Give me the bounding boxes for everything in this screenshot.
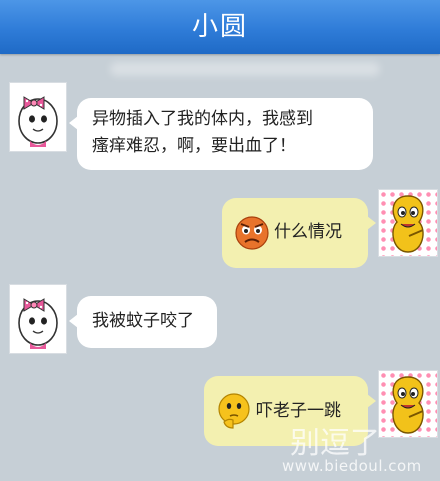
peanut-avatar[interactable]: [378, 370, 438, 438]
angry-face-emoji: [235, 216, 269, 250]
message-text-line: 异物插入了我的体内，我感到: [92, 109, 313, 129]
bubble-tail: [367, 216, 376, 230]
message-text-line: 瘙痒难忍，啊，要出血了！: [92, 136, 296, 156]
message-bubble[interactable]: 我被蚊子咬了: [69, 296, 217, 348]
bubble-tail: [69, 116, 78, 130]
message-bubble[interactable]: 异物插入了我的体内，我感到 瘙痒难忍，啊，要出血了！: [69, 98, 373, 170]
contact-name-title: 小圆: [191, 12, 248, 42]
message-text: 什么情况: [274, 222, 342, 242]
message-bubble[interactable]: 什么情况: [222, 198, 376, 268]
peanut-avatar[interactable]: [378, 189, 438, 257]
bubble-tail: [69, 314, 78, 328]
watermark-url: www.biedoul.com: [282, 457, 422, 475]
ribbon-girl-avatar[interactable]: [9, 284, 67, 354]
watermark-brand: 别逗了: [290, 426, 380, 461]
thinking-face-emoji: [218, 393, 250, 429]
chat-header: 小圆: [0, 0, 440, 54]
ribbon-girl-avatar[interactable]: [9, 82, 67, 152]
bubble-tail: [367, 394, 376, 408]
blurred-banner: [110, 62, 380, 76]
message-text: 我被蚊子咬了: [92, 311, 194, 331]
